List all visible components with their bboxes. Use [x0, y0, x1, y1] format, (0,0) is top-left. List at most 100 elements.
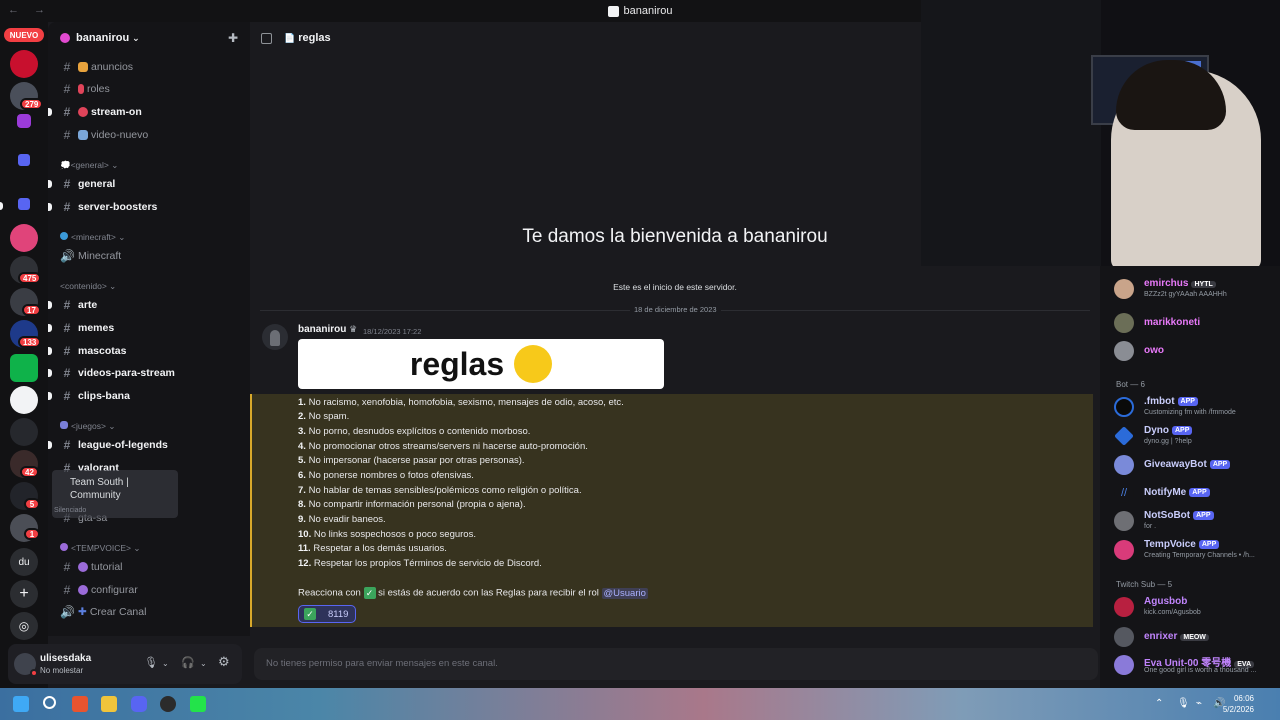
- server-header[interactable]: bananirou ⌄ ✚: [48, 22, 250, 54]
- channel-server-boosters[interactable]: # server-boosters: [48, 197, 250, 217]
- kick-icon[interactable]: [190, 696, 206, 712]
- channel-video-nuevo[interactable]: # video-nuevo: [48, 125, 250, 145]
- search-icon[interactable]: [43, 696, 56, 709]
- channel-mascotas[interactable]: # mascotas: [48, 341, 250, 361]
- member-name: emirchus HYTL: [1144, 278, 1216, 289]
- chevron-down-icon[interactable]: ⌄: [162, 659, 169, 668]
- channel-arte[interactable]: # arte: [48, 295, 250, 315]
- hash-icon: #: [63, 60, 71, 74]
- category-tempvoice[interactable]: <TEMPVOICE> ⌄: [60, 543, 140, 554]
- microphone-icon[interactable]: 🎙: [1177, 698, 1190, 709]
- server-icon-purple[interactable]: [17, 114, 31, 128]
- member-item[interactable]: Agusbob kick.com/Agusbob: [1112, 594, 1280, 620]
- microphone-icon[interactable]: 🎙: [144, 656, 158, 669]
- server-icon-pink[interactable]: [10, 224, 38, 252]
- channel-memes[interactable]: # memes: [48, 318, 250, 338]
- discord-window: ← → bananirou NUEVO 279 475 17 133 42 5 …: [0, 0, 1280, 688]
- rule-item: 8. No compartir información personal (pr…: [298, 499, 526, 510]
- red-circle-icon: [78, 107, 88, 117]
- hash-icon: #: [63, 366, 71, 380]
- date-label: 18 de diciembre de 2023: [630, 305, 721, 314]
- rule-item: 1. No racismo, xenofobia, homofobia, sex…: [298, 397, 624, 408]
- nav-arrows[interactable]: ← →: [8, 4, 51, 16]
- member-item[interactable]: TempVoice APP Creating Temporary Channels…: [1112, 537, 1280, 563]
- rule-item: 9. No evadir baneos.: [298, 514, 386, 525]
- obs-icon[interactable]: [160, 696, 176, 712]
- brave-browser-icon[interactable]: [72, 696, 88, 712]
- channel-anuncios[interactable]: # anuncios: [48, 57, 250, 77]
- member-item[interactable]: GiveawayBot APP: [1112, 452, 1280, 478]
- add-member-icon[interactable]: ✚: [228, 32, 240, 44]
- role-mention[interactable]: @Usuario: [601, 587, 648, 599]
- category-general[interactable]: 💭<general> ⌄: [60, 160, 118, 171]
- hover-card-line2: Community: [70, 490, 121, 501]
- compass-icon[interactable]: ◎: [10, 612, 38, 640]
- channel-roles[interactable]: # roles: [48, 79, 250, 99]
- server-badge-icon: [60, 33, 70, 43]
- chevron-up-icon[interactable]: ⌃: [1155, 698, 1163, 709]
- member-item[interactable]: NotSoBot APP for .: [1112, 508, 1280, 534]
- category-juegos[interactable]: <juegos> ⌄: [60, 421, 115, 432]
- member-item[interactable]: owo: [1112, 338, 1280, 364]
- gear-icon[interactable]: ⚙: [218, 654, 230, 670]
- hash-icon: #: [63, 200, 71, 214]
- server-icon-du[interactable]: du: [10, 548, 38, 576]
- avatar: [1114, 540, 1134, 560]
- avatar: [1114, 511, 1134, 531]
- message-avatar[interactable]: [262, 324, 288, 350]
- avatar: [1114, 627, 1134, 647]
- member-item[interactable]: marikkoneti: [1112, 310, 1280, 336]
- server-icon-white[interactable]: [10, 386, 38, 414]
- message-author[interactable]: bananirou ♛: [298, 324, 357, 335]
- channel-label: arte: [78, 299, 98, 311]
- category-contenido[interactable]: <contenido> ⌄: [60, 281, 116, 292]
- reaction-button[interactable]: ✓ 8119: [298, 605, 356, 623]
- member-item[interactable]: .fmbot APP Customizing fm with /fmmode: [1112, 394, 1280, 420]
- plus-icon[interactable]: +: [10, 580, 38, 608]
- channel-clips-bana[interactable]: # clips-bana: [48, 386, 250, 406]
- threads-icon[interactable]: [261, 32, 272, 44]
- folder-icon[interactable]: [18, 198, 30, 210]
- headphones-icon[interactable]: 🎧: [181, 656, 195, 669]
- member-item[interactable]: Dyno APP dyno.gg | ?help: [1112, 423, 1280, 449]
- channel-configurar[interactable]: # configurar: [48, 580, 250, 600]
- member-item[interactable]: Eva Unit-00 零号機 EVA One good girl is wort…: [1112, 652, 1280, 678]
- channel-title: reglas: [298, 32, 331, 44]
- avatar: [1114, 426, 1134, 446]
- member-status: BZZz2t gyYAAah AAAHHh: [1144, 291, 1227, 298]
- discord-icon[interactable]: [131, 696, 147, 712]
- windows-start-icon[interactable]: [13, 696, 29, 712]
- member-item[interactable]: emirchus HYTL BZZz2t gyYAAah AAAHHh: [1112, 276, 1280, 302]
- server-icon-lospibes[interactable]: [10, 50, 38, 78]
- server-icon-gang[interactable]: [10, 418, 38, 446]
- channel-label: general: [78, 178, 116, 190]
- server-rail: NUEVO 279 475 17 133 42 5 1 du + ◎: [0, 22, 48, 688]
- channel-stream-on[interactable]: # stream-on: [48, 102, 250, 122]
- hover-card-status: Silenciado: [54, 507, 87, 514]
- member-name: marikkoneti: [1144, 317, 1201, 328]
- server-icon-small[interactable]: [18, 154, 30, 166]
- network-icon[interactable]: ⌁: [1196, 698, 1202, 709]
- channel-general[interactable]: # general: [48, 174, 250, 194]
- server-icon-green[interactable]: [10, 354, 38, 382]
- channel-label: roles: [87, 83, 110, 95]
- avatar: [1114, 655, 1134, 675]
- channel-tutorial[interactable]: # tutorial: [48, 557, 250, 577]
- channel-crear-canal[interactable]: 🔊 ✚ Crear Canal: [48, 602, 250, 622]
- member-item[interactable]: // NotifyMe APP: [1112, 480, 1280, 506]
- channel-videos-para-stream[interactable]: # videos-para-stream: [48, 363, 250, 383]
- hash-icon: #: [63, 438, 71, 452]
- purple-circle-icon: [78, 585, 88, 595]
- channel-label: configurar: [91, 584, 138, 596]
- member-item[interactable]: enrixer MEOW: [1112, 624, 1280, 650]
- unread-pill: [48, 369, 52, 377]
- channel-minecraft[interactable]: 🔊 Minecraft: [48, 246, 250, 266]
- category-minecraft[interactable]: <minecraft> ⌄: [60, 232, 125, 243]
- file-explorer-icon[interactable]: [101, 696, 117, 712]
- unread-pill: [48, 301, 52, 309]
- user-panel: ulisesdaka No molestar 🎙 ⌄ 🎧 ⌄ ⚙: [8, 644, 242, 684]
- reglas-banner-image[interactable]: reglas: [298, 339, 664, 389]
- channel-league-of-legends[interactable]: # league-of-legends: [48, 435, 250, 455]
- chevron-down-icon[interactable]: ⌄: [200, 659, 207, 668]
- system-clock[interactable]: 06:06 5/2/2026: [1223, 693, 1254, 715]
